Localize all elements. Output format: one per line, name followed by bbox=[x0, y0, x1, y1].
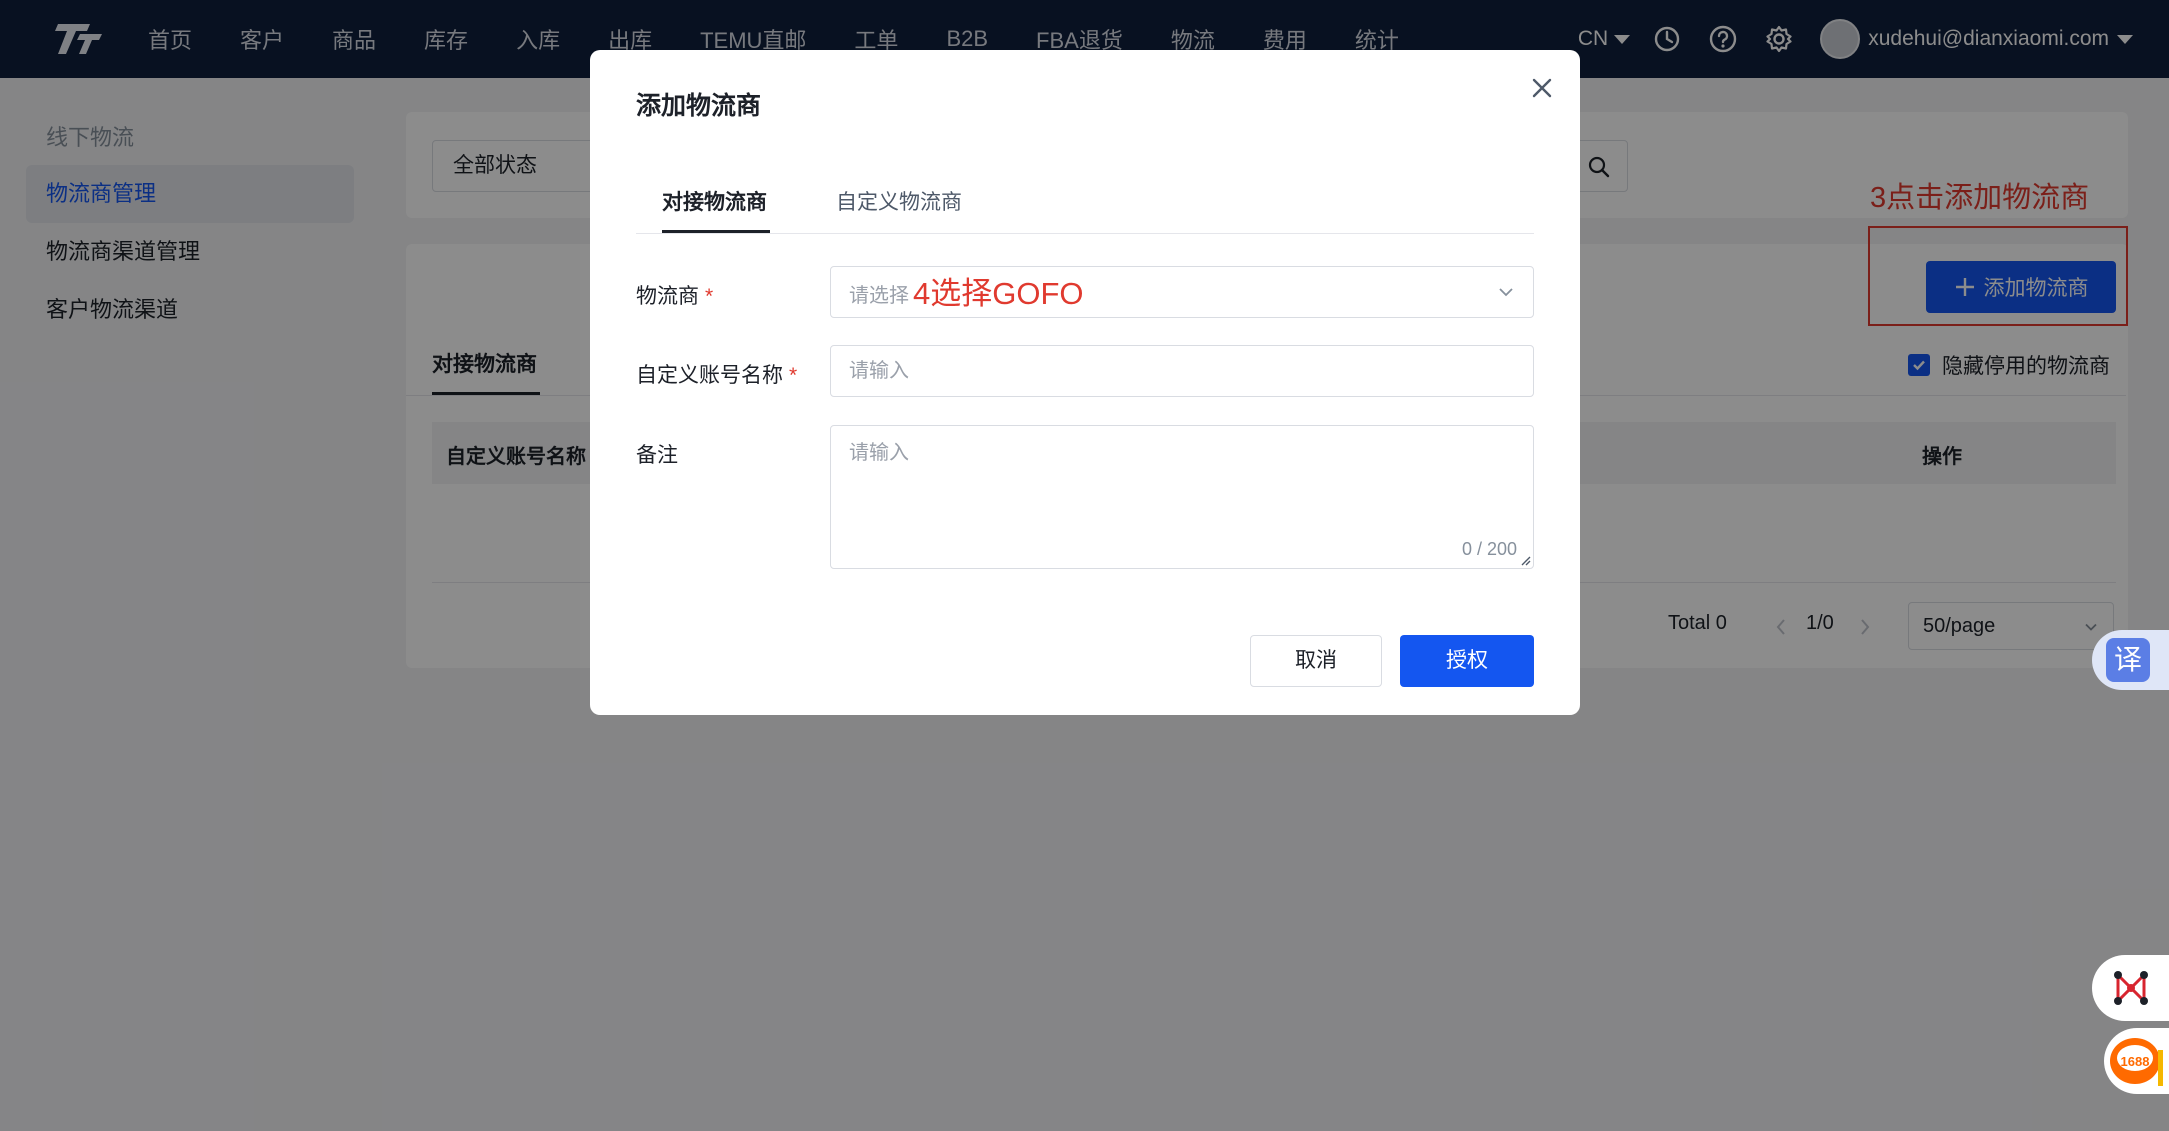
alibaba-1688-widget[interactable]: 1688 bbox=[2104, 1028, 2169, 1094]
tab-integrated-carrier[interactable]: 对接物流商 bbox=[662, 186, 767, 216]
network-nodes-icon bbox=[2114, 971, 2148, 1005]
annotation-step-4: 4选择GOFO bbox=[913, 276, 1084, 311]
account-name-input[interactable]: 请输入 bbox=[830, 345, 1534, 397]
carrier-select[interactable]: 请选择 4选择GOFO bbox=[830, 266, 1534, 318]
add-carrier-dialog: 添加物流商 对接物流商 自定义物流商 物流商 * 请选择 4选择GOFO 自定义账号… bbox=[590, 50, 1580, 715]
remark-char-counter: 0 / 200 bbox=[1461, 539, 1517, 559]
dialog-tab-divider bbox=[636, 233, 1534, 234]
remark-field-label: 备注 bbox=[636, 444, 678, 467]
authorize-button[interactable]: 授权 bbox=[1400, 635, 1534, 687]
account-field-label: 自定义账号名称 * bbox=[636, 359, 797, 389]
carrier-select-placeholder: 请选择 bbox=[849, 285, 909, 307]
chevron-down-icon bbox=[1499, 288, 1513, 297]
tab-custom-carrier[interactable]: 自定义物流商 bbox=[836, 186, 962, 216]
required-mark: * bbox=[705, 285, 714, 308]
close-icon[interactable] bbox=[1524, 70, 1560, 106]
carrier-field-label: 物流商 * bbox=[636, 280, 713, 310]
resize-handle-icon[interactable] bbox=[1519, 554, 1531, 566]
required-mark: * bbox=[789, 364, 798, 387]
remark-placeholder: 请输入 bbox=[849, 442, 909, 464]
carrier-label-text: 物流商 bbox=[636, 285, 699, 308]
account-label-text: 自定义账号名称 bbox=[636, 364, 783, 387]
network-widget[interactable] bbox=[2092, 955, 2169, 1021]
dialog-title: 添加物流商 bbox=[636, 92, 762, 120]
badge-1688-text: 1688 bbox=[2121, 1054, 2150, 1069]
remark-textarea[interactable]: 请输入 0 / 200 bbox=[830, 425, 1534, 569]
alibaba-1688-icon: 1688 bbox=[2110, 1038, 2163, 1086]
translate-icon: 译 bbox=[2106, 638, 2150, 682]
cancel-button[interactable]: 取消 bbox=[1250, 635, 1382, 687]
translate-widget[interactable]: 译 bbox=[2092, 630, 2169, 690]
